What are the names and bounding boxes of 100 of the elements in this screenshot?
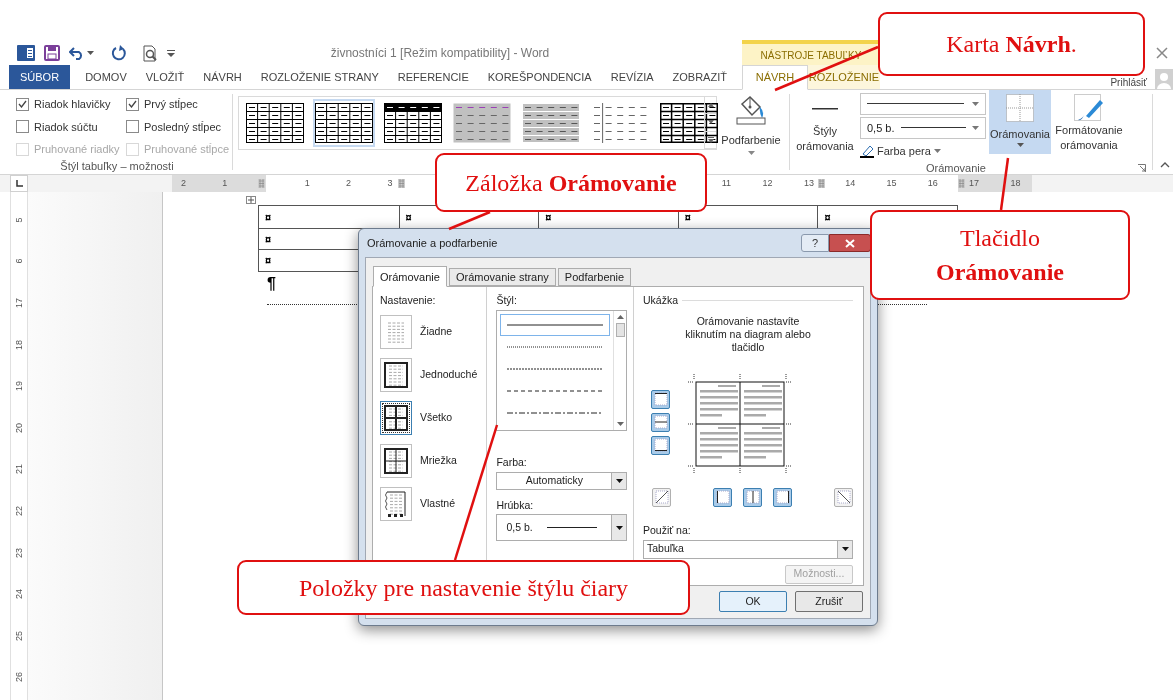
border-setting-button[interactable] — [380, 443, 412, 478]
arrow-icon — [706, 119, 715, 126]
ok-button[interactable]: OK — [719, 591, 787, 612]
caret-icon — [972, 126, 979, 130]
ribbon-tab[interactable]: NÁVRH — [199, 65, 246, 89]
undo-button[interactable] — [69, 46, 94, 60]
line-sample-icon — [507, 323, 604, 326]
checkbox[interactable] — [16, 120, 29, 134]
border-toggle-button[interactable] — [773, 487, 792, 507]
column-marker-icon[interactable] — [258, 179, 265, 188]
tab-stop-icon — [15, 180, 23, 187]
tab-stop-button[interactable] — [10, 175, 28, 192]
line-style-list[interactable] — [496, 309, 628, 431]
app-icon[interactable] — [17, 44, 35, 62]
column-marker-icon[interactable] — [958, 179, 965, 188]
pen-style-dropdown[interactable] — [860, 93, 986, 115]
callout-text: Karta Návrh. — [946, 30, 1077, 59]
ruler-number: 24 — [14, 589, 24, 600]
cancel-button[interactable]: Zrušiť — [795, 591, 863, 612]
table-border-icon — [381, 445, 411, 476]
scrollbar[interactable] — [613, 310, 627, 430]
undo-icon — [69, 46, 85, 60]
ribbon-tab[interactable]: KOREŠPONDENCIA — [483, 65, 596, 89]
checkbox-label: Pruhované stĺpce — [144, 142, 229, 157]
window-title: živnostníci 1 [Režim kompatibility] - Word — [329, 45, 551, 62]
checkbox[interactable] — [126, 97, 139, 111]
hint-text: Orámovanie nastavíte kliknutím na diagram alebo tlačidlo — [684, 314, 812, 354]
close-button[interactable] — [829, 234, 871, 252]
border-toggle-button[interactable] — [651, 412, 670, 432]
border-painter-button[interactable]: Formátovanie orámovania — [1051, 90, 1127, 153]
table-grid-icon — [384, 103, 442, 143]
border-toggle-button[interactable] — [743, 487, 762, 507]
ribbon-tab[interactable]: SÚBOR — [9, 65, 71, 89]
scroll-thumb[interactable] — [615, 322, 625, 337]
ribbon-tab[interactable]: ZOBRAZIŤ — [668, 65, 731, 89]
collapse-ribbon-icon[interactable] — [1160, 162, 1170, 168]
border-setting-button[interactable] — [380, 357, 412, 392]
field-label: Nastavenie: — [380, 293, 437, 308]
border-toggle-button[interactable] — [651, 435, 670, 455]
section-label: Ukážka — [643, 293, 678, 308]
cell-marker: ¤ — [265, 232, 272, 245]
table-styles-gallery[interactable] — [238, 96, 717, 150]
callout-text: Položky pre nastavenie štýlu čiary — [298, 573, 629, 603]
redo-icon[interactable] — [111, 45, 127, 61]
setting-label: Vlastné — [420, 495, 456, 511]
pen-icon — [860, 144, 874, 159]
table-style-thumbnail[interactable] — [313, 99, 375, 147]
checkbox-label: Riadok súčtu — [34, 119, 98, 135]
close-icon[interactable] — [1156, 47, 1168, 59]
help-button[interactable]: ? — [801, 234, 829, 252]
border-line-icon — [835, 489, 852, 506]
checkbox[interactable] — [16, 97, 29, 111]
color-dropdown[interactable]: Automaticky — [496, 471, 628, 490]
customize-icon[interactable] — [167, 49, 175, 57]
ruler-number: 13 — [803, 177, 814, 189]
line-sample-icon — [507, 345, 604, 348]
ribbon-tab[interactable]: DOMOV — [81, 65, 131, 89]
ribbon-tab[interactable]: REFERENCIE — [393, 65, 473, 89]
sign-in-link[interactable]: Prihlásiť — [1110, 77, 1147, 88]
ribbon-tab[interactable]: REVÍZIA — [606, 65, 658, 89]
pen-color-button[interactable]: Farba pera — [860, 143, 986, 160]
print-preview-icon[interactable] — [142, 44, 158, 62]
checkbox[interactable] — [126, 120, 139, 134]
shading-button[interactable]: Podfarbenie — [717, 90, 785, 174]
border-toggle-button[interactable] — [651, 389, 670, 409]
border-toggle-button[interactable] — [713, 487, 732, 507]
border-styles-button[interactable]: Štýly orámovania — [790, 90, 860, 154]
dialog-tab[interactable]: Podfarbenie — [557, 268, 632, 286]
column-marker-icon[interactable] — [398, 179, 405, 188]
width-dropdown[interactable]: 0,5 b. — [496, 514, 628, 542]
paragraph-mark: ¶ — [267, 273, 276, 294]
setting-label: Žiadne — [420, 323, 453, 339]
table-move-handle-icon[interactable] — [246, 196, 256, 204]
line-style-option[interactable] — [500, 313, 611, 336]
border-toggle-button[interactable] — [834, 487, 853, 507]
borders-button[interactable]: Orámovania — [989, 90, 1051, 154]
line-style-icon — [546, 526, 597, 529]
border-setting-button[interactable] — [380, 486, 412, 521]
dialog-launcher-icon[interactable] — [1137, 163, 1146, 172]
dialog-tab[interactable]: Orámovanie strany — [448, 268, 556, 286]
ruler-number: 3 — [387, 177, 393, 189]
column-marker-icon[interactable] — [818, 179, 825, 188]
ribbon-tab[interactable]: NÁVRH — [742, 65, 808, 90]
ribbon-tab[interactable]: ROZLOŽENIE — [808, 65, 880, 89]
border-toggle-button[interactable] — [652, 487, 671, 507]
caret-icon — [841, 547, 849, 551]
cell-marker: ¤ — [545, 210, 552, 223]
table-preview-drawing[interactable] — [688, 373, 792, 474]
pen-weight-dropdown[interactable]: 0,5 b. — [860, 117, 986, 139]
dialog-tab[interactable]: Orámovanie — [373, 266, 447, 287]
border-setting-button[interactable] — [380, 400, 412, 435]
apply-to-dropdown[interactable]: Tabuľka — [643, 539, 853, 559]
ribbon-tab[interactable]: ROZLOŽENIE STRANY — [256, 65, 383, 89]
caret-icon — [615, 478, 623, 483]
ribbon-tab[interactable]: VLOŽIŤ — [141, 65, 189, 89]
cell-marker: ¤ — [824, 210, 831, 223]
callout-text: Tlačidlo Orámovanie — [935, 224, 1065, 287]
ruler-number: 26 — [14, 672, 24, 683]
field-label: Použiť na: — [643, 522, 692, 538]
save-icon[interactable] — [44, 45, 60, 61]
